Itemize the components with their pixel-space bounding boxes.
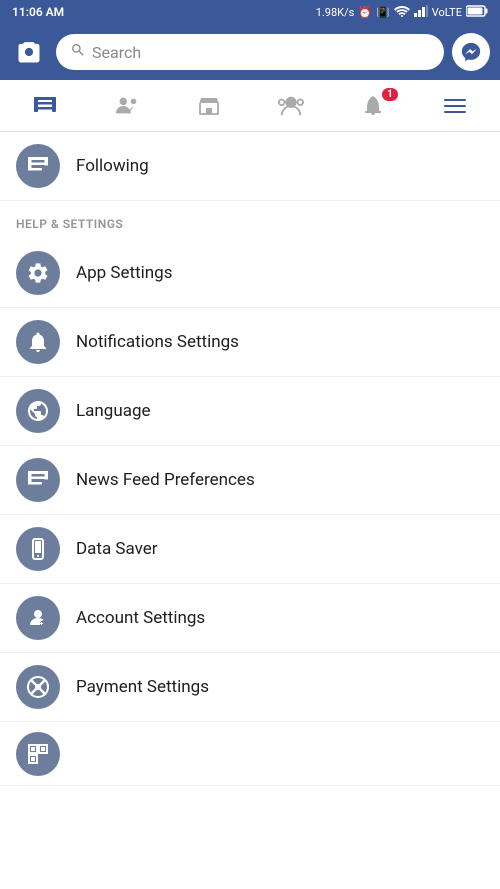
wifi-icon [394, 5, 410, 20]
hamburger-icon [440, 95, 470, 117]
status-bar: 11:06 AM 1.98K/s ⏰ 📳 VoLTE [0, 0, 500, 24]
status-right: 1.98K/s ⏰ 📳 VoLTE [316, 5, 488, 20]
header: Search [0, 24, 500, 80]
menu-item-following[interactable]: Following [0, 132, 500, 201]
app-settings-label: App Settings [76, 263, 172, 283]
search-icon [70, 42, 86, 62]
notifications-settings-label: Notifications Settings [76, 332, 239, 352]
notifications-icon [362, 94, 384, 118]
menu-item-payment-settings[interactable]: Payment Settings [0, 653, 500, 722]
menu-item-notifications-settings[interactable]: Notifications Settings [0, 308, 500, 377]
camera-icon [15, 38, 43, 66]
language-label: Language [76, 401, 151, 421]
network-speed: 1.98K/s [316, 6, 355, 19]
alarm-icon: ⏰ [358, 6, 372, 19]
tab-menu[interactable] [414, 80, 496, 132]
menu-item-language[interactable]: Language [0, 377, 500, 446]
bell-icon [26, 330, 50, 354]
more-icon-circle [16, 732, 60, 776]
account-icon [26, 606, 50, 630]
search-bar[interactable]: Search [56, 34, 444, 70]
following-label: Following [76, 156, 149, 176]
content: Following HELP & SETTINGS App Settings N… [0, 132, 500, 786]
signal-icon [414, 5, 428, 20]
menu-item-data-saver[interactable]: Data Saver [0, 515, 500, 584]
newsfeed-icon [26, 468, 50, 492]
following-icon [26, 154, 50, 178]
notifications-badge: 1 [382, 88, 398, 101]
vibrate-icon: 📳 [376, 6, 390, 19]
menu-item-account-settings[interactable]: Account Settings [0, 584, 500, 653]
nav-tabs: 1 [0, 80, 500, 132]
tab-home[interactable] [4, 80, 86, 132]
phone-icon [26, 537, 50, 561]
volte-label: VoLTE [432, 6, 462, 19]
payment-icon [26, 675, 50, 699]
friends-icon [114, 94, 140, 118]
app-settings-icon-circle [16, 251, 60, 295]
news-feed-icon-circle [16, 458, 60, 502]
home-icon [33, 94, 57, 118]
search-placeholder: Search [92, 43, 141, 62]
help-settings-header: HELP & SETTINGS [0, 201, 500, 239]
following-icon-circle [16, 144, 60, 188]
gear-icon [26, 261, 50, 285]
menu-item-more[interactable] [0, 722, 500, 786]
notifications-settings-icon-circle [16, 320, 60, 364]
groups-icon [278, 94, 304, 118]
tab-notifications[interactable]: 1 [332, 80, 414, 132]
messenger-icon [460, 41, 482, 63]
globe-icon [26, 399, 50, 423]
tab-marketplace[interactable] [168, 80, 250, 132]
payment-settings-label: Payment Settings [76, 677, 209, 697]
menu-item-news-feed-preferences[interactable]: News Feed Preferences [0, 446, 500, 515]
messenger-button[interactable] [452, 33, 490, 71]
camera-button[interactable] [10, 33, 48, 71]
tab-friends[interactable] [86, 80, 168, 132]
battery-icon [466, 5, 488, 20]
account-settings-icon-circle [16, 596, 60, 640]
menu-item-app-settings[interactable]: App Settings [0, 239, 500, 308]
account-settings-label: Account Settings [76, 608, 205, 628]
language-icon-circle [16, 389, 60, 433]
news-feed-label: News Feed Preferences [76, 470, 255, 490]
data-saver-icon-circle [16, 527, 60, 571]
payment-settings-icon-circle [16, 665, 60, 709]
data-saver-label: Data Saver [76, 539, 158, 559]
tab-groups[interactable] [250, 80, 332, 132]
marketplace-icon [197, 94, 221, 118]
status-time: 11:06 AM [12, 5, 64, 19]
qr-icon [26, 742, 50, 766]
